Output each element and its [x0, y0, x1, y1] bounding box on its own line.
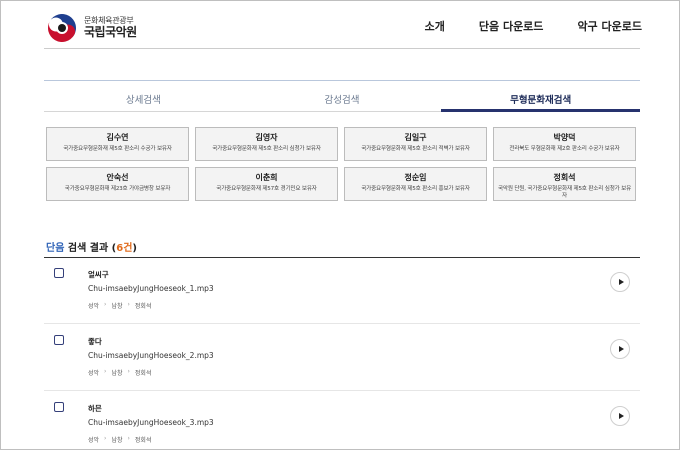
holder-desc: 국가중요무형문화재 제57호 경기민요 보유자: [216, 186, 317, 192]
crumb-performer: 정회석: [134, 370, 152, 377]
play-button[interactable]: [610, 272, 630, 292]
header-divider: [44, 48, 640, 49]
tab-emotion-search[interactable]: 감성검색: [242, 81, 442, 112]
chevron-right-icon: ›: [104, 368, 107, 375]
holder-card[interactable]: 김영자 국가중요무형문화재 제5호 판소리 심청가 보유자: [195, 127, 338, 161]
play-button[interactable]: [610, 406, 630, 426]
holder-name: 김일구: [404, 133, 427, 142]
crumb-voice: 남창: [111, 437, 123, 444]
holder-desc: 국악원 단원, 국가중요무형문화재 제5호 판소리 심청가 보유자: [497, 186, 632, 199]
logo-title: 국립국악원: [84, 24, 137, 39]
chevron-right-icon: ›: [104, 301, 107, 308]
holder-card[interactable]: 안숙선 국가중요무형문화재 제23호 가야금병창 보유자: [46, 167, 189, 201]
holder-desc: 국가중요무형문화재 제5호 판소리 심청가 보유자: [212, 146, 321, 152]
taegeuk-logo-icon: [47, 13, 77, 43]
item-title: 얼씨구: [88, 270, 109, 279]
chevron-right-icon: ›: [127, 368, 130, 375]
holder-name: 안숙선: [106, 173, 129, 182]
chevron-right-icon: ›: [127, 435, 130, 442]
chevron-right-icon: ›: [104, 435, 107, 442]
crumb-voice: 남창: [111, 370, 123, 377]
holder-desc: 국가중요무형문화재 제5호 판소리 수궁가 보유자: [63, 146, 172, 152]
item-category-path: 성악 › 남창 › 정회석: [88, 368, 151, 377]
holder-card[interactable]: 김수연 국가중요무형문화재 제5호 판소리 수궁가 보유자: [46, 127, 189, 161]
holder-desc: 국가중요무형문화재 제23호 가야금병창 보유자: [64, 186, 171, 192]
list-item: 얼씨구 Chu-imsaebyJungHoeseok_1.mp3 성악 › 남창 ›…: [44, 258, 640, 324]
item-filename: Chu-imsaebyJungHoeseok_2.mp3: [88, 351, 214, 360]
select-checkbox[interactable]: [54, 268, 64, 278]
holder-name: 김영자: [255, 133, 278, 142]
list-item: 하믄 Chu-imsaebyJungHoeseok_3.mp3 성악 › 남창 › …: [44, 392, 640, 450]
holder-desc: 전라북도 무형문화재 제2호 판소리 수궁가 보유자: [509, 146, 620, 152]
play-button[interactable]: [610, 339, 630, 359]
item-filename: Chu-imsaebyJungHoeseok_3.mp3: [88, 418, 214, 427]
holder-name: 정회석: [553, 173, 576, 182]
site-logo[interactable]: 문화체육관광부 국립국악원: [46, 12, 137, 44]
holder-card[interactable]: 박양덕 전라북도 무형문화재 제2호 판소리 수궁가 보유자: [493, 127, 636, 161]
holder-name: 정순임: [404, 173, 427, 182]
holder-desc: 국가중요무형문화재 제5호 판소리 흥보가 보유자: [361, 186, 470, 192]
select-checkbox[interactable]: [54, 335, 64, 345]
crumb-voice: 남창: [111, 303, 123, 310]
item-filename: Chu-imsaebyJungHoeseok_1.mp3: [88, 284, 214, 293]
item-category-path: 성악 › 남창 › 정회석: [88, 435, 151, 444]
holder-card[interactable]: 정순임 국가중요무형문화재 제5호 판소리 흥보가 보유자: [344, 167, 487, 201]
list-item: 좋다 Chu-imsaebyJungHoeseok_2.mp3 성악 › 남창 › …: [44, 325, 640, 391]
crumb-genre: 성악: [88, 303, 100, 310]
crumb-genre: 성악: [88, 437, 100, 444]
result-heading-close: ): [132, 243, 137, 254]
top-nav: 소개 단음 다운로드 악구 다운로드: [425, 18, 642, 34]
nav-phrase-download[interactable]: 악구 다운로드: [577, 18, 642, 34]
item-title: 하믄: [88, 404, 102, 413]
result-count: 6건: [116, 243, 133, 254]
holder-name: 김수연: [106, 133, 129, 142]
chevron-right-icon: ›: [127, 301, 130, 308]
search-result-heading: 단음 검색 결과 (6건): [46, 239, 137, 254]
result-heading-text: 검색 결과 (: [64, 243, 117, 254]
tab-intangible-heritage-search[interactable]: 무형문화재검색: [441, 81, 641, 112]
tab-detail-search[interactable]: 상세검색: [44, 81, 243, 112]
result-type-label: 단음: [46, 243, 65, 254]
holder-card[interactable]: 김일구 국가중요무형문화재 제5호 판소리 적벽가 보유자: [344, 127, 487, 161]
holder-desc: 국가중요무형문화재 제5호 판소리 적벽가 보유자: [361, 146, 470, 152]
item-title: 좋다: [88, 337, 102, 346]
select-checkbox[interactable]: [54, 402, 64, 412]
crumb-genre: 성악: [88, 370, 100, 377]
holder-card[interactable]: 이춘희 국가중요무형문화재 제57호 경기민요 보유자: [195, 167, 338, 201]
nav-about[interactable]: 소개: [425, 18, 445, 34]
item-category-path: 성악 › 남창 › 정회석: [88, 301, 151, 310]
search-tabs: 상세검색 감성검색 무형문화재검색: [44, 80, 641, 112]
crumb-performer: 정회석: [134, 437, 152, 444]
holder-name: 이춘희: [255, 173, 278, 182]
holder-card[interactable]: 정회석 국악원 단원, 국가중요무형문화재 제5호 판소리 심청가 보유자: [493, 167, 636, 201]
holder-name: 박양덕: [553, 133, 576, 142]
crumb-performer: 정회석: [134, 303, 152, 310]
heritage-holder-list: 김수연 국가중요무형문화재 제5호 판소리 수궁가 보유자 김영자 국가중요무형…: [46, 127, 640, 201]
nav-single-note-download[interactable]: 단음 다운로드: [479, 18, 544, 34]
